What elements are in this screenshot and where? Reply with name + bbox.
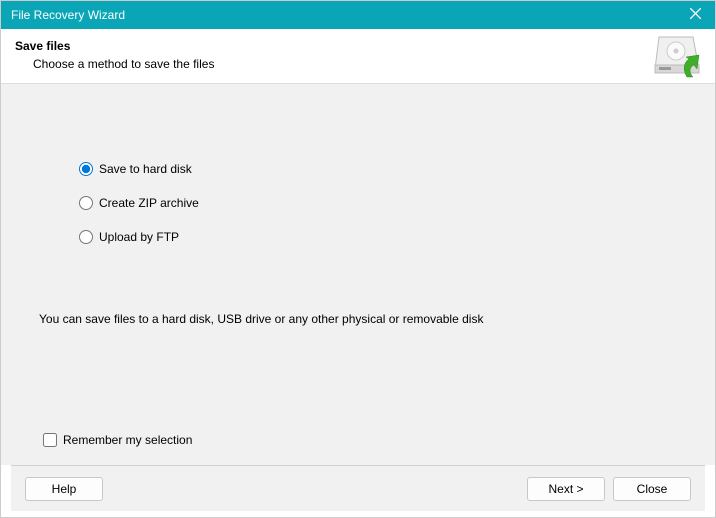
- option-label: Create ZIP archive: [99, 196, 199, 210]
- remember-selection-label: Remember my selection: [63, 433, 192, 447]
- option-upload-by-ftp[interactable]: Upload by FTP: [79, 230, 199, 244]
- radio-save-to-hard-disk[interactable]: [79, 162, 93, 176]
- wizard-header: Save files Choose a method to save the f…: [1, 29, 715, 84]
- wizard-footer: Help Next > Close: [11, 465, 705, 511]
- save-method-options: Save to hard disk Create ZIP archive Upl…: [79, 162, 199, 244]
- close-button[interactable]: Close: [613, 477, 691, 501]
- window-title: File Recovery Wizard: [11, 8, 125, 22]
- wizard-content: Save to hard disk Create ZIP archive Upl…: [1, 84, 715, 465]
- page-title: Save files: [15, 39, 701, 53]
- wizard-window: File Recovery Wizard Save files Choose a…: [0, 0, 716, 518]
- option-create-zip-archive[interactable]: Create ZIP archive: [79, 196, 199, 210]
- hard-disk-recovery-icon: [653, 35, 703, 82]
- option-label: Upload by FTP: [99, 230, 179, 244]
- remember-selection-checkbox-row[interactable]: Remember my selection: [43, 433, 192, 447]
- titlebar: File Recovery Wizard: [1, 1, 715, 29]
- close-window-button[interactable]: [675, 1, 715, 29]
- close-icon: [690, 8, 701, 22]
- radio-upload-by-ftp[interactable]: [79, 230, 93, 244]
- option-save-to-hard-disk[interactable]: Save to hard disk: [79, 162, 199, 176]
- option-label: Save to hard disk: [99, 162, 192, 176]
- help-button[interactable]: Help: [25, 477, 103, 501]
- radio-create-zip-archive[interactable]: [79, 196, 93, 210]
- page-subtitle: Choose a method to save the files: [33, 57, 701, 71]
- method-description: You can save files to a hard disk, USB d…: [39, 312, 483, 326]
- remember-selection-checkbox[interactable]: [43, 433, 57, 447]
- next-button[interactable]: Next >: [527, 477, 605, 501]
